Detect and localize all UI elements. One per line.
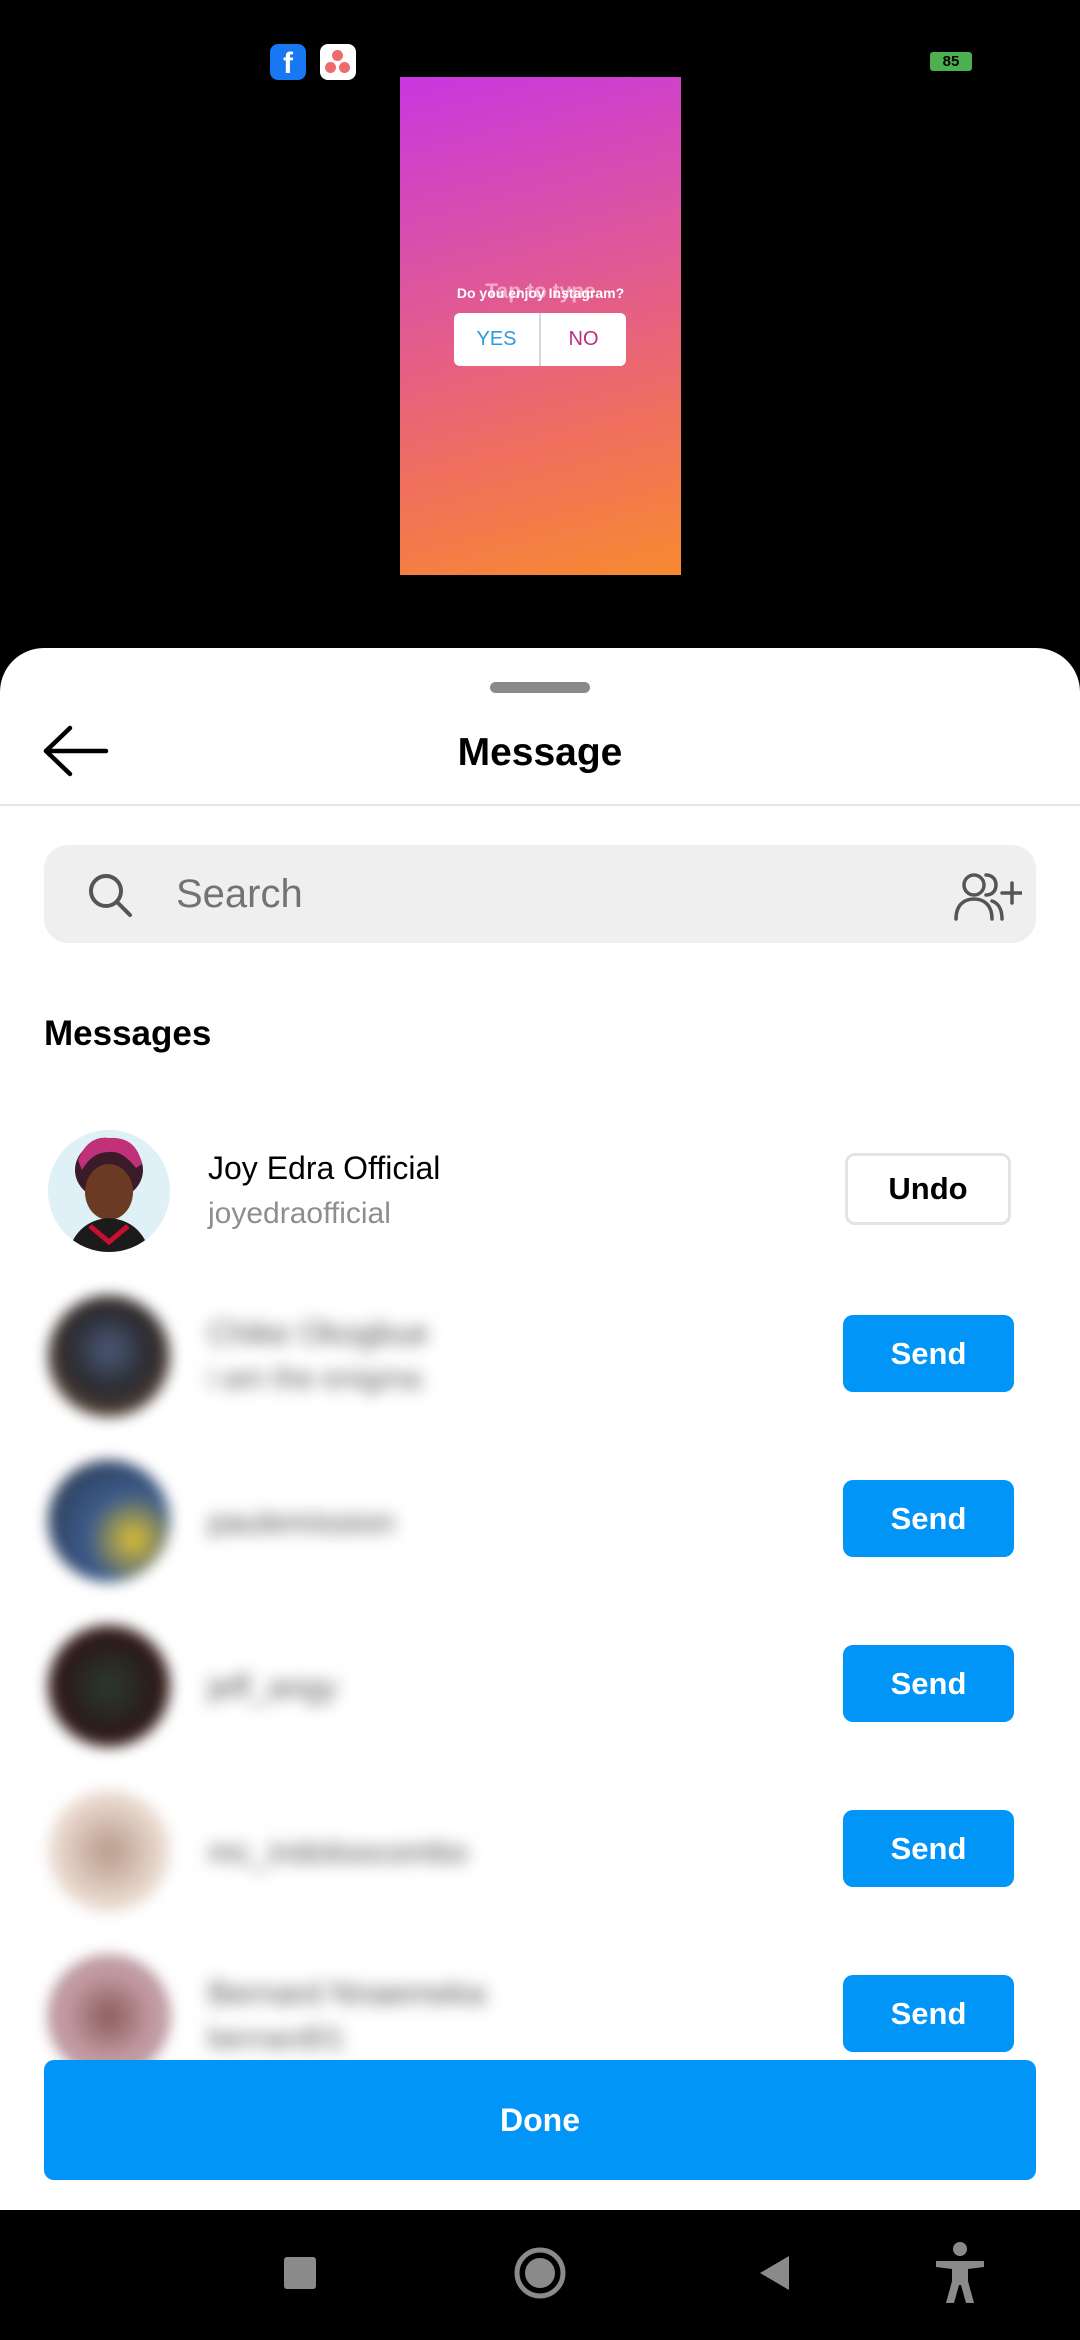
poll-sticker: YES NO — [454, 313, 626, 366]
contact-row[interactable]: Joy Edra Official joyedraofficial Undo — [0, 1108, 1080, 1273]
section-label-messages: Messages — [44, 1014, 212, 1053]
poll-question: Do you enjoy Instagram? — [456, 285, 625, 301]
contact-row[interactable]: jeff_angy Send — [0, 1603, 1080, 1768]
send-button[interactable]: Send — [843, 1645, 1014, 1722]
avatar[interactable] — [48, 1955, 170, 2077]
search-bar[interactable] — [44, 845, 1036, 943]
facebook-icon: f — [270, 44, 306, 80]
contact-row[interactable]: paulemission Send — [0, 1438, 1080, 1603]
contact-username: bernard01 — [208, 2022, 345, 2055]
contact-names: Bernard Nnaemeka bernard01 — [208, 1975, 808, 2056]
send-button[interactable]: Send — [843, 1480, 1014, 1557]
contact-names: Joy Edra Official joyedraofficial — [208, 1150, 808, 1231]
undo-button[interactable]: Undo — [845, 1153, 1011, 1225]
story-preview: Tap to type Do you enjoy Instagram? YES … — [400, 77, 681, 575]
add-people-icon[interactable] — [952, 869, 1024, 925]
done-footer: Done — [0, 2060, 1080, 2210]
contact-name: paulemission — [208, 1504, 395, 1540]
drag-handle[interactable] — [490, 682, 590, 693]
avatar[interactable] — [48, 1790, 170, 1912]
avatar[interactable] — [48, 1295, 170, 1417]
contact-name: Joy Edra Official — [208, 1150, 441, 1186]
avatar[interactable] — [48, 1130, 170, 1252]
contact-username: joyedraofficial — [208, 1197, 391, 1230]
contact-row[interactable]: Chike Okogbue i am the enigma Send — [0, 1273, 1080, 1438]
contact-names: Chike Okogbue i am the enigma — [208, 1315, 808, 1396]
contact-username: i am the enigma — [208, 1362, 422, 1395]
poll-option-yes: YES — [454, 313, 541, 366]
contact-name: jeff_angy — [208, 1669, 338, 1705]
divider — [0, 804, 1080, 806]
contact-names: mc_indoloocombo — [208, 1834, 808, 1871]
share-sheet: Message Messages — [0, 648, 1080, 2210]
contact-row[interactable]: mc_indoloocombo Send — [0, 1768, 1080, 1933]
send-button[interactable]: Send — [843, 1810, 1014, 1887]
search-input[interactable] — [176, 865, 956, 923]
contact-name: Chike Okogbue — [208, 1315, 429, 1351]
poll-option-no: NO — [568, 328, 599, 350]
contact-names: paulemission — [208, 1504, 808, 1541]
back-icon[interactable] — [740, 2238, 810, 2308]
battery-indicator: 85 — [930, 52, 972, 71]
recents-icon[interactable] — [265, 2238, 335, 2308]
avatar[interactable] — [48, 1460, 170, 1582]
asana-icon — [320, 44, 356, 80]
search-icon — [86, 871, 134, 919]
contact-names: jeff_angy — [208, 1669, 808, 1706]
contact-name: mc_indoloocombo — [208, 1834, 468, 1870]
done-button[interactable]: Done — [44, 2060, 1036, 2180]
send-button[interactable]: Send — [843, 1975, 1014, 2052]
send-button[interactable]: Send — [843, 1315, 1014, 1392]
navigation-bar — [0, 2210, 1080, 2340]
contact-name: Bernard Nnaemeka — [208, 1975, 486, 2011]
home-icon[interactable] — [505, 2238, 575, 2308]
accessibility-icon[interactable] — [925, 2238, 995, 2308]
sheet-title: Message — [457, 731, 623, 774]
avatar[interactable] — [48, 1625, 170, 1747]
